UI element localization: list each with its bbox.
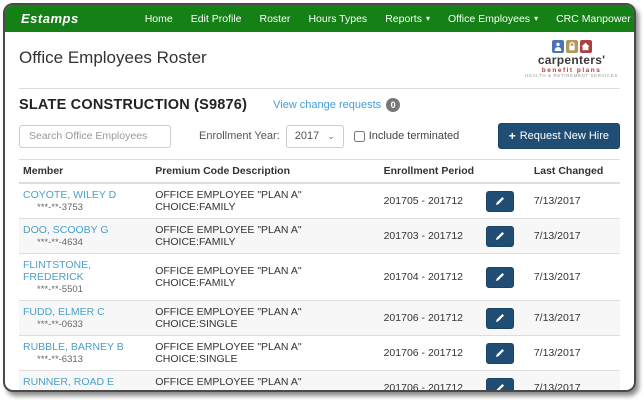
member-ssn: ***-**-0603	[23, 389, 147, 392]
last-changed-date: 7/13/2017	[530, 301, 620, 336]
enrollment-period: 201705 - 201712	[380, 183, 482, 219]
col-header-premium: Premium Code Description	[151, 160, 379, 184]
page-header: Office Employees Roster carpenters' bene…	[19, 40, 620, 84]
edit-member-button[interactable]	[486, 378, 514, 393]
premium-code: OFFICE EMPLOYEE "PLAN A" CHOICE:SINGLE	[151, 301, 379, 336]
enrollment-period: 201706 - 201712	[380, 336, 482, 371]
pencil-icon	[495, 383, 505, 392]
nav-item-crc-manpower[interactable]: CRC Manpower	[556, 13, 631, 25]
premium-code: OFFICE EMPLOYEE "PLAN A" CHOICE:SINGLE	[151, 336, 379, 371]
nav-item-office-employees[interactable]: Office Employees▾	[448, 13, 538, 25]
member-link[interactable]: RUNNER, ROAD E	[23, 376, 147, 388]
enrollment-period: 201704 - 201712	[380, 254, 482, 301]
nav-item-home[interactable]: Home	[145, 13, 173, 25]
pencil-icon	[495, 272, 505, 282]
nav-item-edit-profile[interactable]: Edit Profile	[191, 13, 242, 25]
carpenters-logo: carpenters' benefit plans HEALTH & RETIR…	[525, 40, 620, 79]
premium-code: OFFICE EMPLOYEE "PLAN A" CHOICE:FAMILY	[151, 371, 379, 393]
pencil-icon	[495, 313, 505, 323]
home-icon	[580, 40, 592, 53]
premium-code: OFFICE EMPLOYEE "PLAN A" CHOICE:FAMILY	[151, 254, 379, 301]
change-requests-count-badge: 0	[386, 98, 400, 112]
include-terminated-option: Include terminated	[354, 130, 460, 142]
chevron-down-icon: ⌄	[327, 131, 335, 142]
edit-member-button[interactable]	[486, 226, 514, 247]
logo-name: carpenters'	[525, 54, 618, 67]
app-window: Estamps Home Edit Profile Roster Hours T…	[3, 3, 636, 392]
table-row: FUDD, ELMER C***-**-0633 OFFICE EMPLOYEE…	[19, 301, 620, 336]
nav-item-hours-types[interactable]: Hours Types	[308, 13, 367, 25]
roster-table: Member Premium Code Description Enrollme…	[19, 159, 620, 392]
main-content: Office Employees Roster carpenters' bene…	[5, 32, 634, 392]
nav-item-reports[interactable]: Reports▾	[385, 13, 430, 25]
member-ssn: ***-**-3753	[23, 202, 147, 213]
enrollment-year-label: Enrollment Year:	[199, 130, 280, 142]
table-row: COYOTE, WILEY D***-**-3753 OFFICE EMPLOY…	[19, 183, 620, 219]
col-header-edit	[482, 160, 530, 184]
member-ssn: ***-**-6313	[23, 354, 147, 365]
top-navbar: Estamps Home Edit Profile Roster Hours T…	[5, 5, 634, 32]
nav-item-roster[interactable]: Roster	[260, 13, 291, 25]
controls-row: Enrollment Year: 2017 ⌄ Include terminat…	[19, 123, 620, 149]
member-link[interactable]: COYOTE, WILEY D	[23, 189, 147, 201]
table-row: DOO, SCOOBY G***-**-4634 OFFICE EMPLOYEE…	[19, 219, 620, 254]
plus-icon: +	[509, 129, 516, 143]
last-changed-date: 7/13/2017	[530, 183, 620, 219]
company-name: SLATE CONSTRUCTION (S9876)	[19, 97, 247, 113]
member-ssn: ***-**-4634	[23, 237, 147, 248]
caret-down-icon: ▾	[426, 15, 430, 23]
table-row: RUBBLE, BARNEY B***-**-6313 OFFICE EMPLO…	[19, 336, 620, 371]
last-changed-date: 7/13/2017	[530, 254, 620, 301]
edit-member-button[interactable]	[486, 267, 514, 288]
lock-icon	[566, 40, 578, 53]
logo-tagline: HEALTH & RETIREMENT SERVICES	[525, 74, 618, 79]
member-ssn: ***-**-0633	[23, 319, 147, 330]
nav-menu: Home Edit Profile Roster Hours Types Rep…	[145, 13, 636, 25]
col-header-member: Member	[19, 160, 151, 184]
search-input[interactable]	[19, 125, 171, 148]
enrollment-period: 201706 - 201712	[380, 371, 482, 393]
enrollment-period: 201706 - 201712	[380, 301, 482, 336]
edit-member-button[interactable]	[486, 343, 514, 364]
view-change-requests-link[interactable]: View change requests 0	[273, 98, 400, 112]
member-link[interactable]: DOO, SCOOBY G	[23, 224, 147, 236]
caret-down-icon: ▾	[534, 15, 538, 23]
member-link[interactable]: RUBBLE, BARNEY B	[23, 341, 147, 353]
logo-icons	[525, 40, 618, 53]
request-new-hire-button[interactable]: + Request New Hire	[498, 123, 620, 149]
col-header-period: Enrollment Period	[380, 160, 482, 184]
table-header-row: Member Premium Code Description Enrollme…	[19, 160, 620, 184]
pencil-icon	[495, 348, 505, 358]
page-title: Office Employees Roster	[19, 40, 207, 68]
table-row: FLINTSTONE, FREDERICK***-**-5501 OFFICE …	[19, 254, 620, 301]
include-terminated-checkbox[interactable]	[354, 131, 365, 142]
enrollment-period: 201703 - 201712	[380, 219, 482, 254]
member-ssn: ***-**-5501	[23, 284, 147, 295]
member-link[interactable]: FUDD, ELMER C	[23, 306, 147, 318]
header-divider	[19, 88, 620, 89]
pencil-icon	[495, 196, 505, 206]
last-changed-date: 7/13/2017	[530, 371, 620, 393]
col-header-last-changed: Last Changed	[530, 160, 620, 184]
pencil-icon	[495, 231, 505, 241]
edit-member-button[interactable]	[486, 191, 514, 212]
brand-logo[interactable]: Estamps	[21, 11, 79, 26]
premium-code: OFFICE EMPLOYEE "PLAN A" CHOICE:FAMILY	[151, 219, 379, 254]
premium-code: OFFICE EMPLOYEE "PLAN A" CHOICE:FAMILY	[151, 183, 379, 219]
last-changed-date: 7/13/2017	[530, 219, 620, 254]
person-icon	[552, 40, 564, 53]
last-changed-date: 7/13/2017	[530, 336, 620, 371]
company-row: SLATE CONSTRUCTION (S9876) View change r…	[19, 97, 620, 113]
table-row: RUNNER, ROAD E***-**-0603 OFFICE EMPLOYE…	[19, 371, 620, 393]
edit-member-button[interactable]	[486, 308, 514, 329]
enrollment-year-select[interactable]: 2017 ⌄	[286, 125, 344, 148]
member-link[interactable]: FLINTSTONE, FREDERICK	[23, 259, 147, 283]
